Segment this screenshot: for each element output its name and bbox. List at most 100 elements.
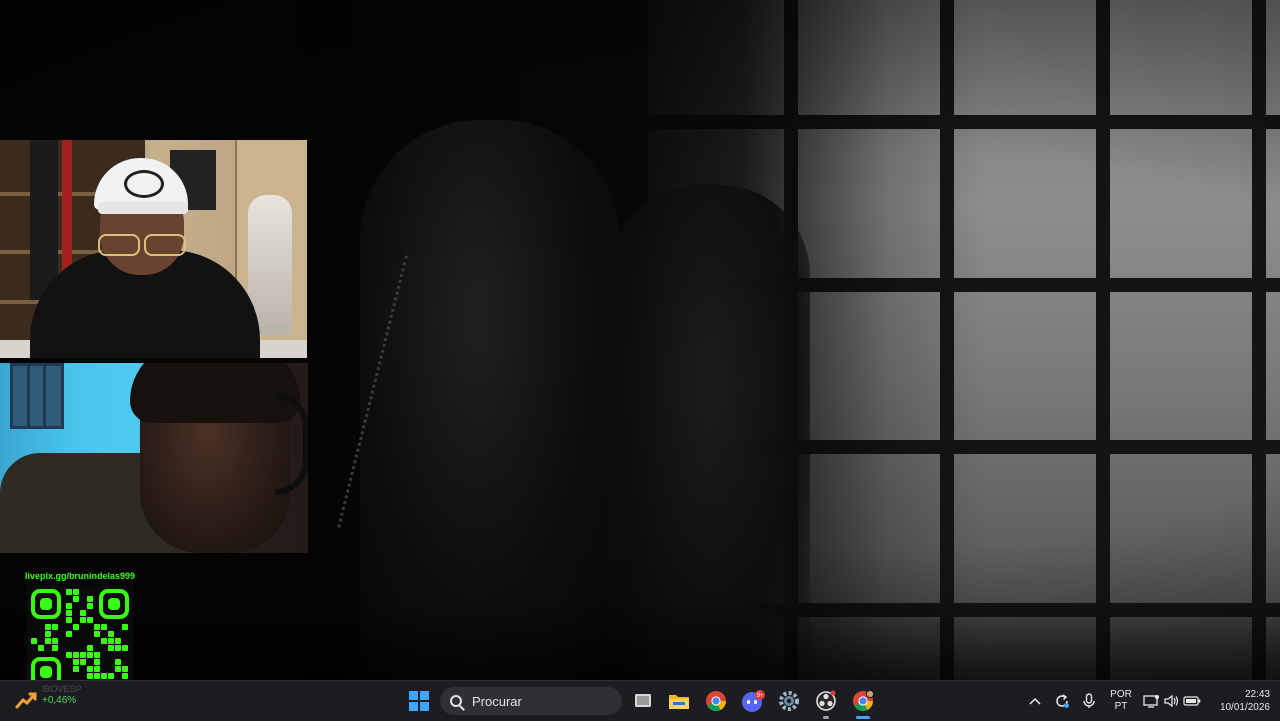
microphone-button[interactable] — [1080, 681, 1098, 721]
language-code: POR — [1110, 689, 1132, 700]
search-icon — [450, 695, 462, 707]
windows-start-icon — [409, 691, 429, 711]
qr-module — [87, 617, 93, 623]
task-view-button[interactable] — [628, 681, 658, 721]
discord-button[interactable]: 9+ — [738, 681, 768, 721]
cap-logo — [124, 170, 164, 198]
start-button[interactable] — [404, 681, 434, 721]
qr-module — [45, 624, 51, 630]
stock-widget-change: +0,46% — [42, 695, 77, 706]
qr-module — [73, 624, 79, 630]
qr-module — [115, 666, 121, 672]
discord-icon: 9+ — [742, 690, 765, 712]
qr-module — [122, 666, 128, 672]
qr-module — [73, 596, 79, 602]
clock[interactable]: 22:43 10/01/2026 — [1204, 681, 1270, 721]
stock-widget-icon[interactable] — [14, 681, 38, 721]
bottom-shade — [0, 600, 1280, 680]
qr-module — [87, 603, 93, 609]
qr-module — [115, 638, 121, 644]
search-input[interactable]: Procurar — [440, 687, 622, 715]
qr-module — [94, 659, 100, 665]
sync-button[interactable] — [1052, 681, 1072, 721]
language-indicator[interactable]: POR PT — [1106, 681, 1136, 721]
qr-module — [66, 631, 72, 637]
qr-module — [38, 645, 44, 651]
obs-icon — [816, 690, 836, 711]
task-view-icon — [635, 694, 651, 707]
volume-button[interactable] — [1162, 681, 1180, 721]
qr-module — [101, 638, 107, 644]
battery-button[interactable] — [1182, 681, 1202, 721]
qr-module — [108, 645, 114, 651]
show-hidden-icons-button[interactable] — [1026, 681, 1044, 721]
obs-button[interactable] — [811, 681, 841, 721]
qr-module — [94, 652, 100, 658]
stock-widget[interactable]: IBOVESP +0,46% — [42, 683, 82, 707]
qr-module — [87, 673, 93, 679]
qr-module — [87, 645, 93, 651]
chrome-button[interactable] — [701, 681, 731, 721]
club-banner — [30, 140, 58, 300]
webcam-guest — [0, 363, 308, 553]
qr-module — [101, 673, 107, 679]
glasses — [98, 234, 186, 256]
qr-module — [45, 638, 51, 644]
qr-module — [73, 652, 79, 658]
clock-time: 22:43 — [1244, 689, 1270, 700]
qr-module — [101, 624, 107, 630]
qr-module — [122, 645, 128, 651]
chrome-icon — [706, 691, 727, 712]
stock-widget-title: IBOVESP — [42, 684, 82, 694]
qr-module — [94, 631, 100, 637]
running-indicator — [823, 716, 829, 719]
qr-module — [87, 596, 93, 602]
chrome-icon — [853, 690, 874, 712]
donation-qr-code — [27, 585, 133, 691]
settings-button[interactable] — [774, 681, 804, 721]
active-app-indicator — [856, 716, 870, 719]
qr-module — [80, 610, 86, 616]
qr-module — [66, 589, 72, 595]
qr-module — [80, 617, 86, 623]
qr-module — [66, 652, 72, 658]
qr-module — [108, 631, 114, 637]
battery-icon — [1183, 696, 1201, 706]
qr-module — [66, 617, 72, 623]
qr-module — [31, 638, 37, 644]
qr-module — [115, 659, 121, 665]
room-window — [10, 363, 64, 429]
qr-module — [66, 610, 72, 616]
qr-module — [94, 666, 100, 672]
sync-icon — [1056, 694, 1069, 708]
qr-module — [87, 652, 93, 658]
taskbar: IBOVESP +0,46% Procurar 9+ POR PT 22:43 … — [0, 680, 1280, 721]
qr-module — [52, 638, 58, 644]
qr-module — [45, 631, 51, 637]
qr-module — [73, 666, 79, 672]
cap-brim — [98, 202, 188, 214]
file-explorer-button[interactable] — [664, 681, 694, 721]
qr-module — [80, 659, 86, 665]
qr-module — [52, 645, 58, 651]
volume-icon — [1164, 694, 1179, 708]
qr-module — [66, 603, 72, 609]
gear-icon — [779, 691, 799, 711]
chevron-up-icon — [1029, 697, 1041, 705]
qr-module — [73, 659, 79, 665]
clock-date: 10/01/2026 — [1219, 702, 1270, 713]
qr-module — [94, 673, 100, 679]
search-placeholder: Procurar — [472, 693, 522, 709]
qr-module — [108, 673, 114, 679]
microphone-icon — [1083, 693, 1095, 708]
qr-module — [122, 673, 128, 679]
folder-icon — [669, 695, 689, 709]
network-button[interactable] — [1142, 681, 1160, 721]
qr-module — [122, 624, 128, 630]
qr-module — [73, 589, 79, 595]
qr-module — [80, 652, 86, 658]
qr-module — [108, 638, 114, 644]
keyboard-layout: PT — [1114, 701, 1128, 712]
donation-link: livepix.gg/brunindelas999 — [24, 571, 136, 581]
chrome-profile-button[interactable] — [848, 681, 878, 721]
